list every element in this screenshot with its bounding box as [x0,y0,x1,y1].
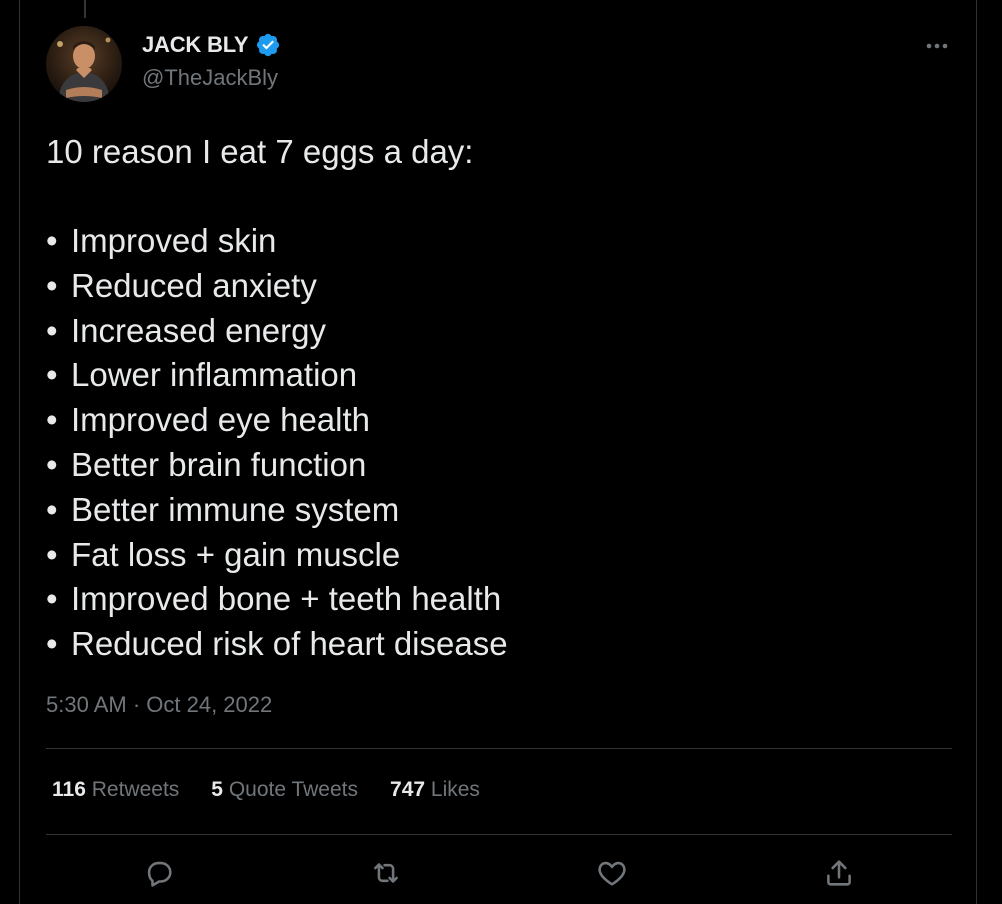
author-name-row: JACK BLY [142,32,281,58]
retweets-label: Retweets [91,778,180,801]
bullet-dot: • [46,401,58,439]
list-item: • Improved eye health [46,398,508,443]
avatar[interactable] [46,26,122,102]
list-item: • Reduced risk of heart disease [46,622,508,667]
list-item: • Improved bone + teeth health [46,577,508,622]
list-item: • Increased energy [46,309,508,354]
bullet-text: Improved eye health [71,401,371,439]
verified-badge-icon [257,33,280,57]
quote-tweets-count: 5 [211,778,223,801]
bullet-text: Increased energy [71,311,326,349]
likes-label: Likes [430,778,480,801]
bullet-text: Lower inflammation [71,356,358,394]
list-item: • Reduced anxiety [46,264,508,309]
quote-tweets-label: Quote Tweets [228,778,359,801]
share-icon[interactable] [822,856,856,890]
list-item: • Better brain function [46,443,508,488]
tweet-text-heading: 10 reason I eat 7 eggs a day: [46,133,474,170]
tweet-timestamp[interactable]: 5:30 AM · Oct 24, 2022 [46,692,272,718]
engagement-stats: 116 Retweets 5 Quote Tweets 747 Likes [52,778,480,802]
bullet-dot: • [46,266,58,304]
list-item: • Improved skin [46,219,508,264]
tweet-bullet-list: • Improved skin • Reduced anxiety • Increas… [46,219,508,667]
likes-stat[interactable]: 747 Likes [390,778,480,802]
like-icon[interactable] [595,856,629,890]
bullet-dot: • [46,445,58,483]
bullet-dot: • [46,625,58,663]
retweets-count: 116 [52,778,86,801]
bullet-dot: • [46,311,58,349]
bullet-dot: • [46,580,58,618]
bullet-dot: • [46,356,58,394]
bullet-text: Reduced risk of heart disease [71,625,508,663]
author-handle[interactable]: @TheJackBly [142,65,278,91]
reply-icon[interactable] [142,856,176,890]
list-item: • Lower inflammation [46,353,508,398]
divider [46,748,952,749]
bullet-text: Better brain function [71,445,367,483]
more-icon[interactable] [922,34,952,58]
retweets-stat[interactable]: 116 Retweets [52,778,179,802]
quote-tweets-stat[interactable]: 5 Quote Tweets [211,778,358,802]
bullet-text: Fat loss + gain muscle [71,535,401,573]
bullet-dot: • [46,490,58,528]
bullet-text: Reduced anxiety [71,266,317,304]
list-item: • Better immune system [46,488,508,533]
retweet-icon[interactable] [369,856,403,890]
bullet-dot: • [46,222,58,259]
list-item: • Fat loss + gain muscle [46,533,508,578]
bullet-text: Improved bone + teeth health [71,580,502,618]
bullet-text: Better immune system [71,490,400,528]
bullet-text: Improved skin [71,222,277,259]
likes-count: 747 [390,778,426,801]
thread-connector-line [84,0,86,18]
author-display-name[interactable]: JACK BLY [142,32,249,58]
bullet-dot: • [46,535,58,573]
divider [46,834,952,835]
